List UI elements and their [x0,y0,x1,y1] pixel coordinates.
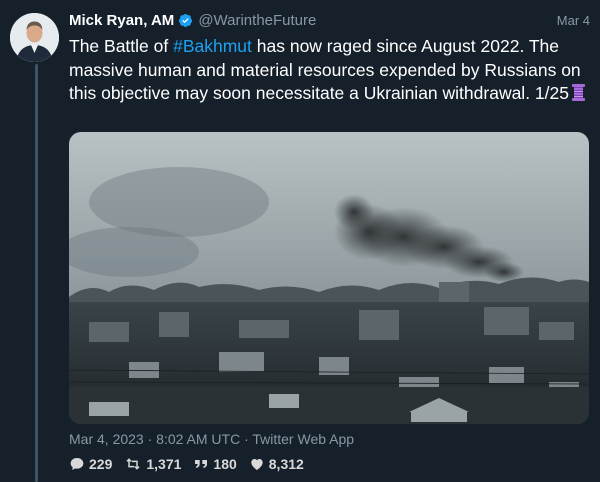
quote-icon [195,460,208,468]
reply-icon [70,458,84,470]
tweet-date[interactable]: Mar 4 [557,13,590,28]
retweet-icon [126,458,140,470]
heart-icon [251,459,263,470]
quote-metric[interactable]: 180 [193,456,237,472]
verified-badge-icon [178,13,193,28]
thread-spool-icon [571,83,586,109]
avatar[interactable] [10,13,59,62]
tweet-header: Mick Ryan, AM @WarintheFuture Mar 4 [69,10,590,30]
tweet-metrics: 229 1,371 180 8,312 [69,456,316,472]
like-metric[interactable]: 8,312 [249,456,304,472]
avatar-image [10,13,59,62]
reply-count: 229 [89,456,113,472]
thread-line [35,64,38,482]
tweet-metadata[interactable]: Mar 4, 2023 · 8:02 AM UTC · Twitter Web … [69,431,354,447]
author-name[interactable]: Mick Ryan, AM [69,12,174,29]
hashtag-link[interactable]: #Bakhmut [173,36,252,56]
retweet-metric[interactable]: 1,371 [124,456,181,472]
tweet-photo[interactable] [69,132,589,424]
reply-metric[interactable]: 229 [69,456,112,472]
photo-bakhmut-smoke [69,132,589,424]
retweet-count: 1,371 [146,456,182,472]
like-count: 8,312 [268,456,304,472]
quote-count: 180 [213,456,237,472]
tweet-text-start: The Battle of [69,36,174,56]
tweet-text: The Battle of #Bakhmut has now raged sin… [69,35,589,109]
author-handle[interactable]: @WarintheFuture [198,12,316,29]
